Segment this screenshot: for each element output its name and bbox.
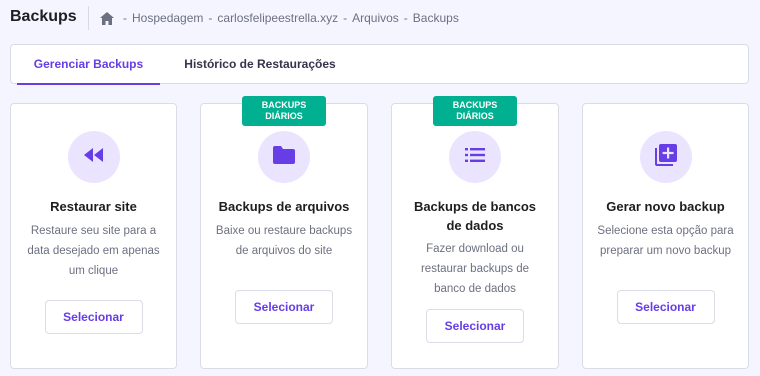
- title-divider: [88, 6, 89, 30]
- select-button[interactable]: Selecionar: [426, 309, 524, 343]
- card-title: Restaurar site: [50, 199, 137, 214]
- select-button[interactable]: Selecionar: [616, 290, 715, 324]
- page-title: Backups: [10, 8, 77, 25]
- folder-icon: [273, 145, 295, 169]
- description-line: Restaure seu site para a: [30, 225, 157, 237]
- card-description: Restaure seu site para a data desejado e…: [11, 221, 176, 281]
- icon-circle: [449, 131, 501, 183]
- breadcrumb-domain[interactable]: carlosfelipeestrella.xyz: [217, 11, 338, 25]
- add-library-icon: [654, 143, 677, 171]
- tab-gerenciar-backups[interactable]: Gerenciar Backups: [17, 45, 160, 85]
- card-description: Fazer download ou restaurar backups de b…: [392, 239, 558, 299]
- card-restaurar-site: Restaurar site Restaure seu site para a …: [10, 103, 177, 369]
- badge-line: DIÁRIOS: [265, 111, 303, 121]
- card-backups-bancos-dados: BACKUPS DIÁRIOS Backups de bancos de dad…: [391, 96, 559, 369]
- description-line: um clique: [68, 265, 119, 277]
- card-description: Baixe ou restaure backups de arquivos do…: [201, 221, 367, 261]
- breadcrumb-separator: -: [403, 11, 408, 25]
- card-backups-arquivos: BACKUPS DIÁRIOS Backups de arquivos Baix…: [200, 96, 368, 369]
- breadcrumb-arquivos[interactable]: Arquivos: [352, 11, 399, 25]
- home-icon[interactable]: [100, 11, 114, 25]
- card-description: Selecione esta opção para preparar um no…: [583, 221, 748, 261]
- breadcrumb: - Hospedagem - carlosfelipeestrella.xyz …: [100, 11, 459, 25]
- description-line: restaurar backups de: [420, 263, 530, 275]
- description-line: preparar um novo backup: [599, 245, 732, 257]
- card-title: Gerar novo backup: [606, 199, 725, 214]
- breadcrumb-separator: -: [208, 11, 213, 25]
- breadcrumb-backups: Backups: [412, 11, 459, 25]
- breadcrumb-separator: -: [343, 11, 348, 25]
- daily-backups-badge: BACKUPS DIÁRIOS: [433, 96, 517, 126]
- description-line: Baixe ou restaure backups: [215, 225, 353, 237]
- description-line: Fazer download ou: [426, 243, 524, 255]
- description-line: banco de dados: [434, 283, 516, 295]
- top-bar: Backups - Hospedagem - carlosfelipeestre…: [0, 0, 760, 36]
- select-button[interactable]: Selecionar: [44, 300, 143, 334]
- rewind-icon: [83, 147, 105, 167]
- description-line: de arquivos do site: [235, 245, 333, 257]
- tab-historico-restauracoes[interactable]: Histórico de Restaurações: [169, 45, 351, 84]
- select-button[interactable]: Selecionar: [235, 290, 333, 324]
- daily-backups-badge: BACKUPS DIÁRIOS: [242, 96, 326, 126]
- list-icon: [465, 147, 485, 167]
- title-line: de dados: [446, 218, 504, 233]
- description-line: Selecione esta opção para: [597, 225, 734, 237]
- icon-circle: [258, 131, 310, 183]
- badge-line: BACKUPS: [261, 100, 307, 110]
- title-line: Backups de bancos: [413, 199, 537, 214]
- badge-line: BACKUPS: [452, 100, 498, 110]
- breadcrumb-hospedagem[interactable]: Hospedagem: [132, 11, 203, 25]
- card-title: Backups de bancos de dados: [392, 197, 558, 235]
- icon-circle: [639, 131, 692, 183]
- icon-circle: [67, 131, 120, 183]
- badge-line: DIÁRIOS: [456, 111, 494, 121]
- description-line: data desejado em apenas: [27, 245, 160, 257]
- breadcrumb-separator: -: [123, 11, 127, 25]
- card-gerar-novo-backup: Gerar novo backup Selecione esta opção p…: [582, 103, 749, 369]
- card-title: Backups de arquivos: [218, 199, 350, 214]
- tab-bar: Gerenciar Backups Histórico de Restauraç…: [10, 44, 749, 85]
